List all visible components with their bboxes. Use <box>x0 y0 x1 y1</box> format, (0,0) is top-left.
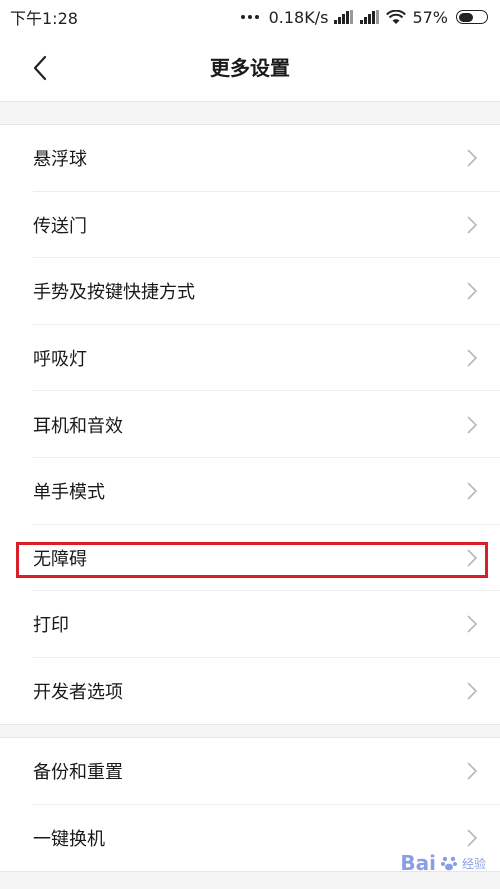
settings-item-label: 无障碍 <box>33 548 87 570</box>
settings-item-backup-reset[interactable]: 备份和重置 <box>0 738 500 805</box>
chevron-right-icon <box>467 349 478 367</box>
settings-item-floating-ball[interactable]: 悬浮球 <box>0 125 500 192</box>
chevron-right-icon <box>467 682 478 700</box>
settings-item-label: 呼吸灯 <box>33 349 87 371</box>
settings-item-label: 传送门 <box>33 215 87 237</box>
chevron-right-icon <box>467 416 478 434</box>
watermark-brand: Bai <box>400 851 436 875</box>
status-time: 下午1:28 <box>10 9 78 28</box>
settings-item-label: 耳机和音效 <box>33 415 123 437</box>
signal-icon <box>334 10 354 24</box>
watermark: Bai 经验 <box>400 851 486 875</box>
status-icons: 0.18K/s 57% <box>240 7 488 27</box>
settings-item-label: 打印 <box>33 615 69 637</box>
chevron-right-icon <box>467 549 478 567</box>
chevron-right-icon <box>467 615 478 634</box>
settings-item-label: 备份和重置 <box>33 762 123 784</box>
settings-item-label: 悬浮球 <box>33 149 87 171</box>
settings-item-label: 一键换机 <box>33 828 105 850</box>
settings-item-label: 单手模式 <box>33 482 105 504</box>
more-notifications-icon <box>240 15 259 19</box>
watermark-sub: 经验 <box>461 856 486 871</box>
settings-item-label: 开发者选项 <box>33 682 123 704</box>
signal-icon-2 <box>360 10 380 24</box>
network-speed: 0.18K/s <box>268 7 329 27</box>
wifi-icon <box>386 9 407 24</box>
settings-item-print[interactable]: 打印 <box>0 591 500 658</box>
settings-item-breathing-light[interactable]: 呼吸灯 <box>0 325 500 392</box>
settings-item-developer-options[interactable]: 开发者选项 <box>0 658 500 725</box>
settings-item-one-handed-mode[interactable]: 单手模式 <box>0 458 500 525</box>
settings-group-main: 悬浮球 传送门 手势及按键快捷方式 呼吸灯 耳机和音效 单手模式 无障碍 打印 … <box>0 124 500 726</box>
chevron-right-icon <box>467 216 478 234</box>
chevron-right-icon <box>467 829 478 847</box>
chevron-right-icon <box>467 149 478 167</box>
battery-level <box>458 12 473 22</box>
chevron-right-icon <box>467 482 478 500</box>
settings-item-label: 手势及按键快捷方式 <box>33 282 195 304</box>
settings-item-gestures-shortcuts[interactable]: 手势及按键快捷方式 <box>0 258 500 325</box>
page-title: 更多设置 <box>210 56 290 80</box>
settings-item-portal[interactable]: 传送门 <box>0 192 500 259</box>
battery-icon <box>456 10 488 24</box>
paw-icon <box>440 856 457 871</box>
app-header: 更多设置 <box>0 34 500 102</box>
chevron-right-icon <box>467 282 478 301</box>
settings-item-accessibility[interactable]: 无障碍 <box>0 525 500 592</box>
battery-percent: 57% <box>412 7 448 27</box>
settings-item-headphones-audio[interactable]: 耳机和音效 <box>0 391 500 458</box>
chevron-right-icon <box>467 762 478 780</box>
status-bar: 下午1:28 0.18K/s 57% <box>0 0 500 34</box>
